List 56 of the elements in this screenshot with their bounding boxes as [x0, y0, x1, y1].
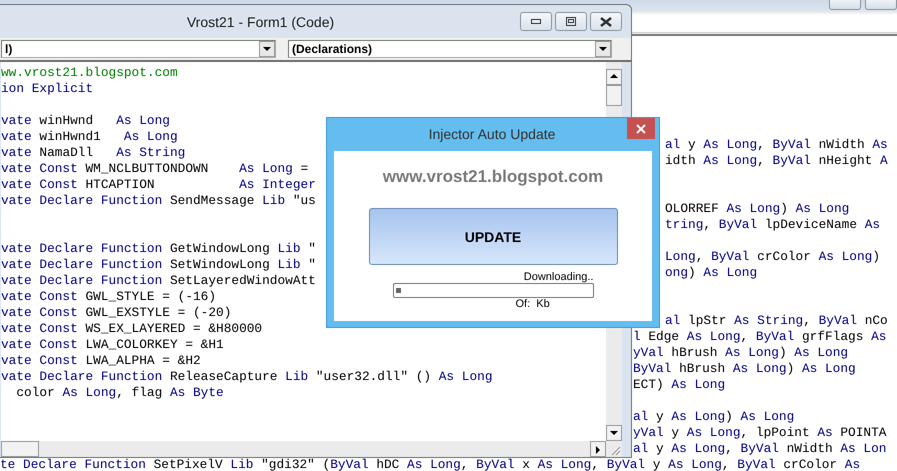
code-line: vate Declare Function SendMessage Lib "us — [1, 193, 316, 209]
minimize-button[interactable] — [520, 12, 552, 31]
scrollbar-thumb[interactable] — [606, 85, 622, 106]
close-button[interactable] — [590, 12, 622, 31]
close-icon — [636, 124, 646, 134]
horizontal-scrollbar[interactable] — [1, 441, 606, 457]
maximize-button[interactable] — [555, 12, 587, 31]
code-line: l Edge As Long, ByVal grfFlags As — [633, 329, 886, 345]
code-line: ByVal hBrush As Long) As Long — [633, 361, 856, 377]
dropdown-arrow-icon[interactable] — [597, 44, 609, 54]
close-icon — [600, 16, 612, 26]
update-button[interactable]: UPDATE — [368, 208, 618, 265]
code-line: ong) As Long — [665, 265, 758, 281]
procedure-combo-box[interactable]: (Declarations) — [288, 40, 612, 58]
code-line: vate winHwnd As Long — [1, 113, 170, 129]
scrollbar-thumb[interactable] — [1, 441, 39, 457]
dialog-title: Injector Auto Update — [428, 125, 556, 144]
code-line: yVal hBrush As Long) As Long — [633, 345, 848, 361]
code-line: vate Const GWL_STYLE = (-16) — [1, 289, 216, 305]
code-line: ECT) As Long — [633, 377, 726, 393]
object-combo-box[interactable]: l) — [1, 40, 276, 58]
code-line: vate Const GWL_EXSTYLE = (-20) — [1, 305, 232, 321]
status-text: Downloading.. — [524, 271, 594, 283]
window-button[interactable] — [865, 0, 897, 10]
code-line: al y As Long, ByVal nWidth As — [665, 137, 888, 153]
code-line: te Declare Function SetPixelV Lib "gdi32" (ByVal hDC As Long, ByVal x As Long, ByVal y As Long, ByVal crColor As — [0, 458, 860, 471]
size-text: Of: Kb — [514, 298, 551, 310]
dropdown-arrow-icon[interactable] — [261, 44, 273, 54]
code-line: idth As Long, ByVal nHeight A — [665, 153, 888, 169]
code-line: color As Long, flag As Byte — [15, 385, 224, 401]
restore-icon — [566, 17, 576, 26]
code-line: tring, ByVal lpDeviceName As — [665, 217, 880, 233]
window-button[interactable] — [829, 0, 861, 10]
code-line: vate Declare Function ReleaseCapture Lib "user32.dll" () As Long — [1, 369, 493, 385]
code-line: vate Const LWA_ALPHA = &H2 — [1, 353, 201, 369]
code-line: vate Const HTCAPTION As Integer — [1, 177, 316, 193]
website-text: www.vrost21.blogspot.com — [382, 167, 604, 187]
code-line: vate Const LWA_COLORKEY = &H1 — [1, 337, 224, 353]
code-line: vate Declare Function SetLayeredWindowAtt — [1, 273, 316, 289]
code-comment: ww.vrost21.blogspot.com — [1, 65, 178, 81]
code-line: Long, ByVal crColor As Long) — [665, 249, 880, 265]
code-line: vate Declare Function SetWindowLong Lib " — [1, 257, 316, 273]
code-line: yVal y As Long, lpPoint As POINTA — [633, 425, 886, 441]
code-line: OLORREF As Long) As Long — [665, 201, 850, 217]
code-line: vate Declare Function GetWindowLong Lib " — [1, 241, 316, 257]
code-line: vate winHwnd1 As Long — [1, 129, 178, 145]
code-line: vate NamaDll As String — [1, 145, 186, 161]
minimize-icon — [531, 18, 541, 24]
code-line: vate Const WS_EX_LAYERED = &H80000 — [1, 321, 262, 337]
scroll-down-icon[interactable] — [608, 428, 620, 438]
window-title: Vrost21 - Form1 (Code) — [186, 14, 336, 30]
code-line: al y As Long) As Long — [633, 409, 794, 425]
code-line: al lpStr As String, ByVal nCo — [665, 313, 888, 329]
code-line: ion Explicit — [1, 81, 94, 97]
code-line: vate Const WM_NCLBUTTONDOWN As Long = — [1, 161, 308, 177]
code-line: al y As Long, ByVal nWidth As Lon — [633, 441, 886, 457]
